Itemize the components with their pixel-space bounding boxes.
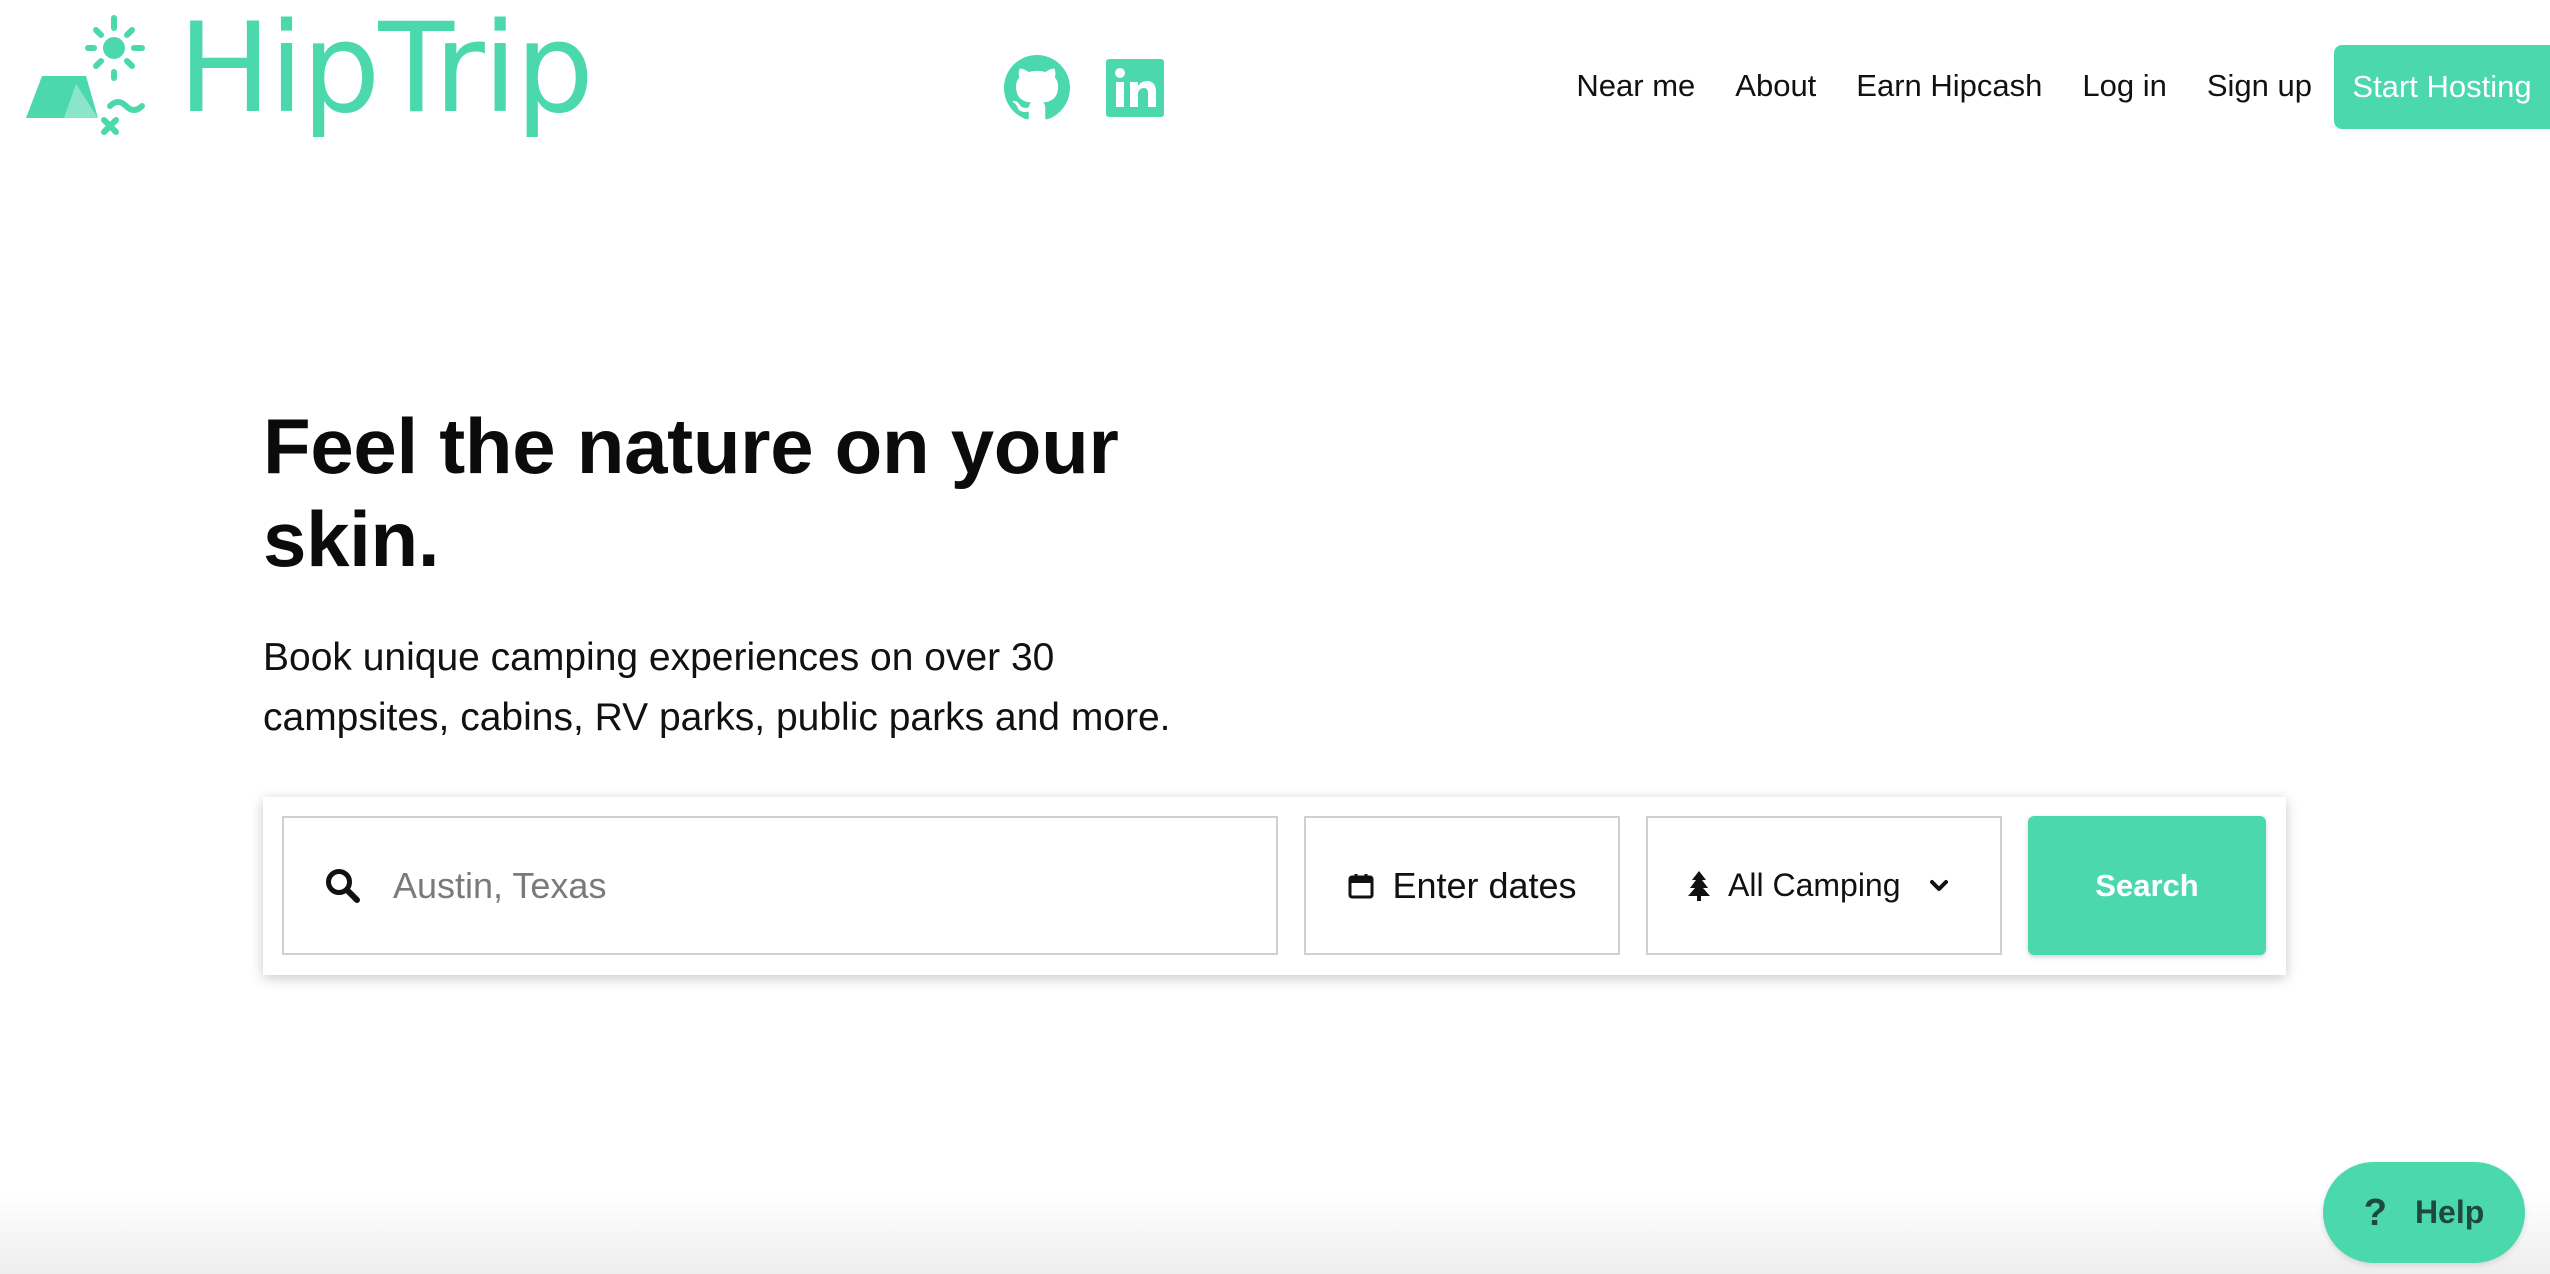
- nav-earn-hipcash[interactable]: Earn Hipcash: [1856, 68, 2042, 104]
- hero-subtitle: Book unique camping experiences on over …: [263, 628, 1243, 748]
- search-button[interactable]: Search: [2028, 816, 2266, 955]
- camping-type-select[interactable]: All Camping: [1646, 816, 2002, 955]
- hero-title-line-1: Feel the nature on your: [263, 402, 1119, 490]
- hero-title-line-2: skin.: [263, 495, 440, 583]
- sun-tent-logo-icon: [26, 15, 145, 135]
- hero-section: Feel the nature on your skin. Book uniqu…: [263, 400, 1263, 748]
- github-icon: [1004, 55, 1070, 120]
- linkedin-link[interactable]: [1102, 55, 1168, 121]
- help-label: Help: [2414, 1194, 2485, 1230]
- nav-log-in[interactable]: Log in: [2082, 68, 2166, 104]
- location-field[interactable]: [282, 816, 1278, 955]
- linkedin-icon: [1106, 59, 1164, 117]
- brand-name: HipTrip: [178, 0, 594, 141]
- hero-subtitle-line-1: Book unique camping experiences on over …: [263, 636, 1055, 679]
- start-hosting-button[interactable]: Start Hosting: [2334, 45, 2550, 129]
- hero-title: Feel the nature on your skin.: [263, 400, 1263, 586]
- brand-logo[interactable]: HipTrip: [24, 7, 594, 136]
- dates-picker[interactable]: Enter dates: [1304, 816, 1620, 955]
- nav-about[interactable]: About: [1735, 68, 1816, 104]
- social-links: [1004, 55, 1168, 121]
- tree-icon: [1688, 870, 1710, 901]
- bottom-fade: [0, 1195, 2550, 1274]
- location-input[interactable]: [393, 864, 1213, 907]
- nav-sign-up[interactable]: Sign up: [2207, 68, 2312, 104]
- github-link[interactable]: [1004, 55, 1070, 121]
- chevron-down-icon: [1929, 879, 1948, 891]
- question-mark-icon: ?: [2363, 1191, 2387, 1234]
- search-panel: Enter dates All Camping Search: [263, 797, 2286, 975]
- main-nav: Near me About Earn Hipcash Log in Sign u…: [1576, 44, 2550, 129]
- search-icon: [326, 868, 360, 903]
- help-button[interactable]: ? Help: [2323, 1162, 2525, 1263]
- calendar-icon: [1348, 873, 1374, 898]
- nav-near-me[interactable]: Near me: [1576, 68, 1695, 104]
- hero-subtitle-line-2: campsites, cabins, RV parks, public park…: [263, 696, 1171, 739]
- camping-type-value: All Camping: [1728, 867, 1901, 903]
- dates-label: Enter dates: [1392, 864, 1577, 906]
